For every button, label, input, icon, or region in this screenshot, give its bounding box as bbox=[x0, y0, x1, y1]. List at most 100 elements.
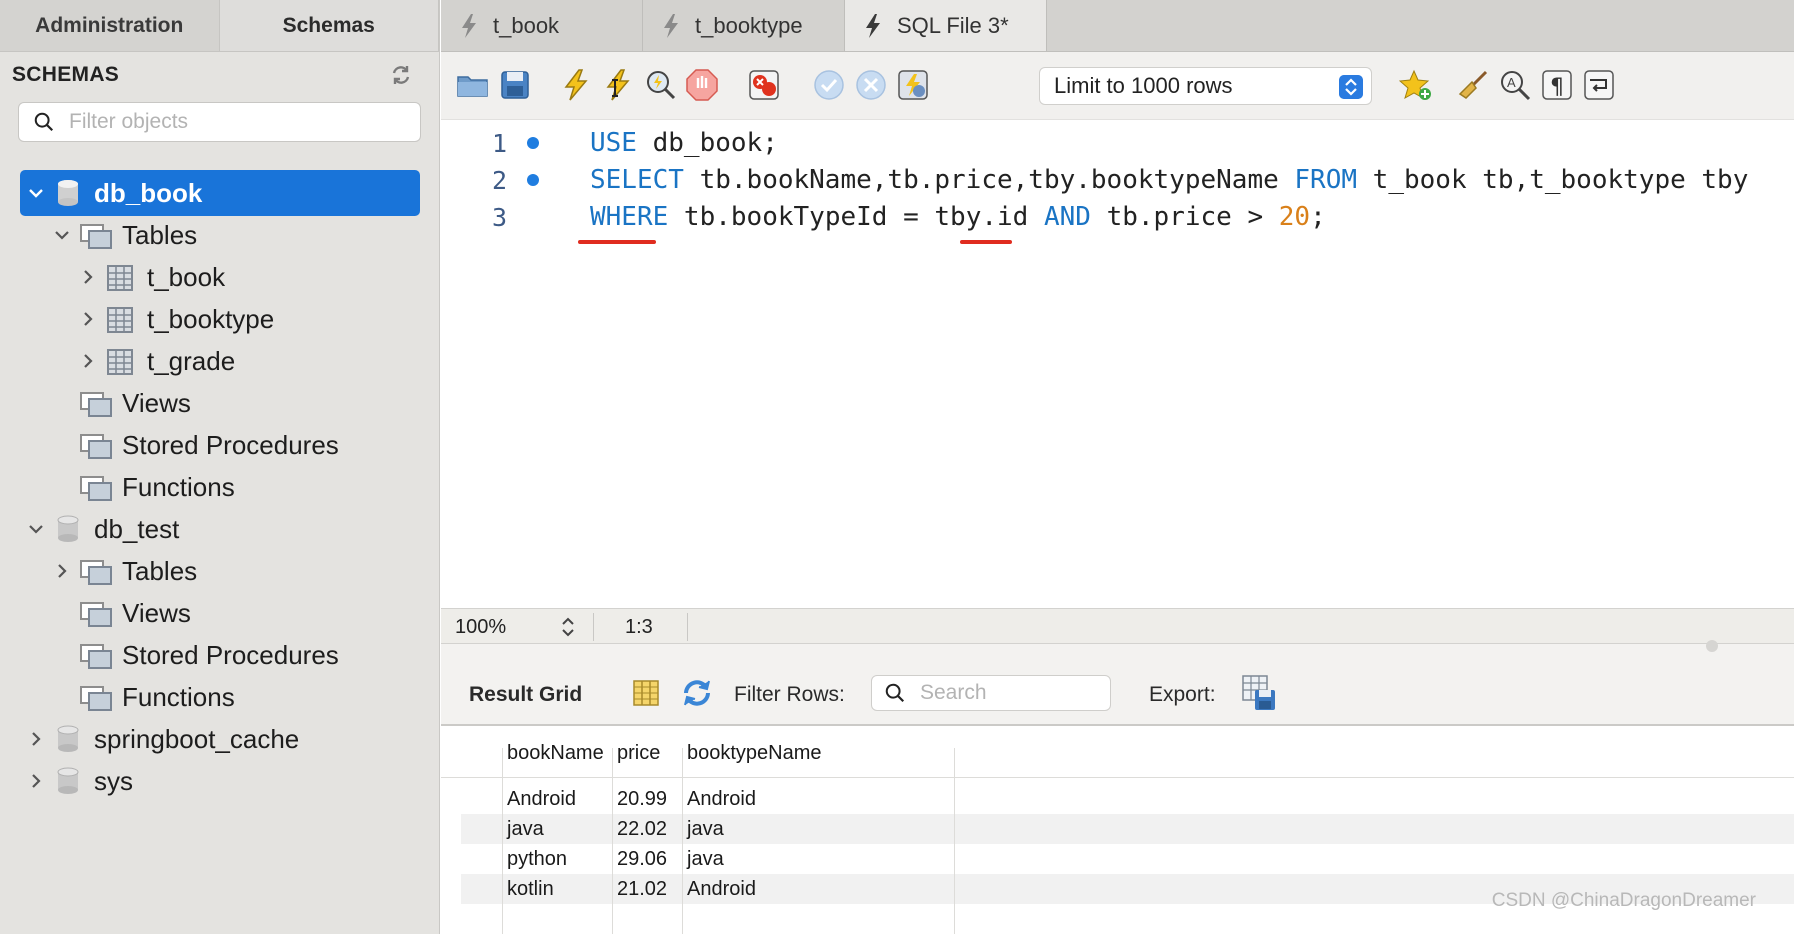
cell: 29.06 bbox=[617, 848, 668, 870]
table-t-grade[interactable]: t_grade bbox=[0, 338, 440, 384]
grid-columns-icon[interactable] bbox=[631, 677, 661, 709]
number-literal: 20 bbox=[1278, 202, 1311, 232]
refresh-icon[interactable] bbox=[679, 677, 715, 709]
tree-item-functions[interactable]: Functions bbox=[0, 464, 440, 510]
tree-item-functions[interactable]: Functions bbox=[0, 674, 440, 720]
code-line: 3 WHERE tb.bookTypeId = tby.id AND tb.pr… bbox=[441, 196, 1794, 238]
limit-rows-label: Limit to 1000 rows bbox=[1054, 73, 1233, 98]
search-icon bbox=[885, 683, 905, 703]
chevron-right-icon[interactable] bbox=[26, 729, 46, 749]
tree-item-tables[interactable]: Tables bbox=[0, 212, 440, 258]
broom-icon bbox=[1458, 70, 1488, 99]
explain-button[interactable] bbox=[641, 66, 679, 104]
schema-sys[interactable]: sys bbox=[0, 758, 440, 804]
tree-item-label: Views bbox=[122, 597, 191, 628]
tree-item-views[interactable]: Views bbox=[0, 380, 440, 426]
line-number: 2 bbox=[491, 165, 507, 195]
autocommit-icon bbox=[898, 70, 928, 100]
code-text: WHERE tb.bookTypeId = tby.id AND tb.pric… bbox=[590, 202, 1326, 232]
cell: 20.99 bbox=[617, 788, 668, 810]
chevron-right-icon[interactable] bbox=[26, 771, 46, 791]
result-grid[interactable]: bookName price booktypeName Android 20.9… bbox=[441, 728, 1794, 934]
wrap-lines-button[interactable] bbox=[1580, 66, 1618, 104]
find-button[interactable]: A bbox=[1496, 66, 1534, 104]
tree-item-stored-procedures[interactable]: Stored Procedures bbox=[0, 632, 440, 678]
column-divider bbox=[502, 748, 503, 934]
column-header[interactable]: price bbox=[617, 738, 660, 768]
chevron-down-icon[interactable] bbox=[52, 225, 72, 245]
column-divider bbox=[612, 748, 613, 934]
search-icon bbox=[34, 112, 54, 132]
chevron-right-icon[interactable] bbox=[78, 351, 98, 371]
database-icon bbox=[57, 725, 79, 752]
code-fragment: tb.bookTypeId = tby.id bbox=[668, 202, 1044, 232]
export-icon[interactable] bbox=[1241, 674, 1277, 712]
tab-t-book[interactable]: t_book bbox=[441, 0, 643, 51]
invisible-chars-button[interactable]: ¶ bbox=[1538, 66, 1576, 104]
schema-db-book[interactable]: db_book bbox=[0, 170, 440, 216]
folder-open-icon bbox=[457, 76, 488, 97]
cancel-circle-icon bbox=[856, 70, 886, 100]
table-icon bbox=[107, 307, 133, 333]
folder-icon bbox=[80, 392, 112, 417]
tab-t-booktype[interactable]: t_booktype bbox=[643, 0, 845, 51]
filter-rows-input[interactable] bbox=[920, 681, 1090, 705]
tree-item-stored-procedures[interactable]: Stored Procedures bbox=[0, 422, 440, 468]
sql-editor[interactable]: 1 USE db_book; 2 SELECT tb.bookName,tb.p… bbox=[441, 120, 1794, 608]
limit-rows-select[interactable]: Limit to 1000 rows bbox=[1039, 67, 1372, 105]
schemas-header: SCHEMAS bbox=[0, 52, 439, 98]
zoom-stepper-icon[interactable] bbox=[558, 614, 578, 640]
stop-button[interactable] bbox=[683, 66, 721, 104]
tab-administration[interactable]: Administration bbox=[0, 0, 220, 51]
magnifier-lightning-icon bbox=[647, 71, 676, 100]
refresh-icon[interactable] bbox=[389, 63, 413, 87]
grid-header: bookName price booktypeName bbox=[441, 728, 1794, 778]
autocommit-button[interactable] bbox=[894, 66, 932, 104]
editor-toolbar: Limit to 1000 rows A ¶ bbox=[441, 52, 1794, 120]
code-fragment: db_book; bbox=[636, 128, 778, 158]
schema-db-test[interactable]: db_test bbox=[0, 506, 440, 552]
schema-name: springboot_cache bbox=[94, 723, 300, 754]
column-header[interactable]: bookName bbox=[507, 738, 604, 768]
tab-label: t_booktype bbox=[695, 12, 803, 38]
result-grid-title: Result Grid bbox=[469, 683, 583, 706]
tree-item-tables[interactable]: Tables bbox=[0, 548, 440, 594]
schema-springboot-cache[interactable]: springboot_cache bbox=[0, 716, 440, 762]
chevron-down-icon[interactable] bbox=[26, 519, 46, 539]
column-header[interactable]: booktypeName bbox=[687, 738, 822, 768]
tree-item-label: Tables bbox=[122, 555, 198, 586]
tree-item-views[interactable]: Views bbox=[0, 590, 440, 636]
commit-button[interactable] bbox=[810, 66, 848, 104]
chevron-right-icon[interactable] bbox=[78, 309, 98, 329]
chevron-right-icon[interactable] bbox=[52, 561, 72, 581]
filter-objects-input[interactable] bbox=[69, 110, 389, 134]
beautify-button[interactable] bbox=[1454, 66, 1492, 104]
cell: java bbox=[687, 848, 724, 870]
add-snippet-button[interactable] bbox=[1397, 66, 1435, 104]
folder-icon bbox=[80, 476, 112, 501]
tab-label: t_book bbox=[493, 12, 560, 38]
code-fragment: tb.price > bbox=[1090, 202, 1279, 232]
filter-objects-box[interactable] bbox=[18, 102, 421, 142]
tab-label: SQL File 3* bbox=[897, 12, 1009, 38]
table-t-booktype[interactable]: t_booktype bbox=[0, 296, 440, 342]
folder-icon bbox=[80, 644, 112, 669]
save-button[interactable] bbox=[496, 66, 534, 104]
lightning-cursor-icon bbox=[606, 69, 630, 101]
tab-sql-file-3[interactable]: SQL File 3* bbox=[845, 0, 1047, 51]
open-file-button[interactable] bbox=[454, 66, 492, 104]
statement-marker bbox=[527, 174, 539, 186]
code-line: 2 SELECT tb.bookName,tb.price,tby.bookty… bbox=[441, 159, 1794, 201]
execute-button[interactable] bbox=[557, 66, 595, 104]
table-t-book[interactable]: t_book bbox=[0, 254, 440, 300]
chevron-right-icon[interactable] bbox=[78, 267, 98, 287]
code-fragment: t_book tb,t_booktype tby bbox=[1357, 165, 1749, 195]
zoom-level[interactable]: 100% bbox=[455, 616, 506, 639]
execute-current-button[interactable] bbox=[599, 66, 637, 104]
rollback-button[interactable] bbox=[852, 66, 890, 104]
chevron-down-icon[interactable] bbox=[26, 183, 46, 203]
filter-rows-box[interactable] bbox=[871, 675, 1111, 711]
toggle-error-button[interactable] bbox=[745, 66, 783, 104]
tab-schemas[interactable]: Schemas bbox=[219, 0, 439, 51]
splitter-handle[interactable] bbox=[1706, 640, 1718, 652]
